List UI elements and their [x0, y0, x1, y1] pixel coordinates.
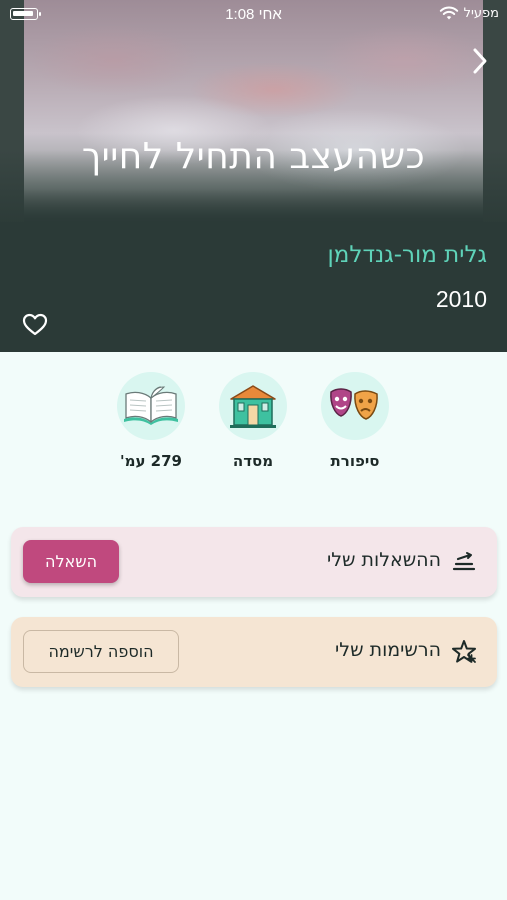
building-icon: [230, 385, 276, 428]
my-lists-card[interactable]: הרשימות שלי הוספה לרשימה: [11, 617, 497, 687]
my-lists-label: הרשימות שלי: [335, 639, 441, 661]
pages-label: 279 עמ': [120, 452, 182, 470]
chevron-right-icon[interactable]: [469, 46, 491, 76]
theater-masks-icon: [330, 388, 378, 420]
genre-icon-circle: [321, 372, 389, 440]
carrier-label: מפעיל: [463, 6, 499, 21]
loans-icon: [452, 552, 476, 571]
pages-info: 279 עמ': [106, 372, 196, 470]
publisher-info[interactable]: מסדה: [208, 372, 298, 470]
book-header: 1:08 אחי מפעיל כשהעצב התחיל לחייך גלית מ…: [0, 0, 507, 352]
open-book-icon: [124, 386, 178, 425]
publisher-label: מסדה: [232, 452, 274, 470]
loan-button[interactable]: השאלה: [23, 540, 119, 583]
heart-icon[interactable]: [22, 312, 48, 338]
my-loans-label: ההשאלות שלי: [327, 549, 441, 571]
status-bar: 1:08 אחי מפעיל: [0, 0, 507, 28]
status-time: 1:08 אחי: [225, 6, 282, 23]
publisher-icon-circle: [219, 372, 287, 440]
add-to-list-button[interactable]: הוספה לרשימה: [23, 630, 179, 673]
wifi-icon: [439, 6, 459, 20]
genre-info[interactable]: סיפורת: [310, 372, 400, 470]
star-list-icon: [452, 640, 476, 663]
author-link[interactable]: גלית מור-גנדלמן: [328, 242, 488, 268]
genre-label: סיפורת: [330, 452, 380, 470]
pages-icon-circle: [117, 372, 185, 440]
publication-year: 2010: [435, 286, 487, 312]
my-loans-card[interactable]: ההשאלות שלי השאלה: [11, 527, 497, 597]
book-title: כשהעצב התחיל לחייך: [81, 136, 426, 177]
